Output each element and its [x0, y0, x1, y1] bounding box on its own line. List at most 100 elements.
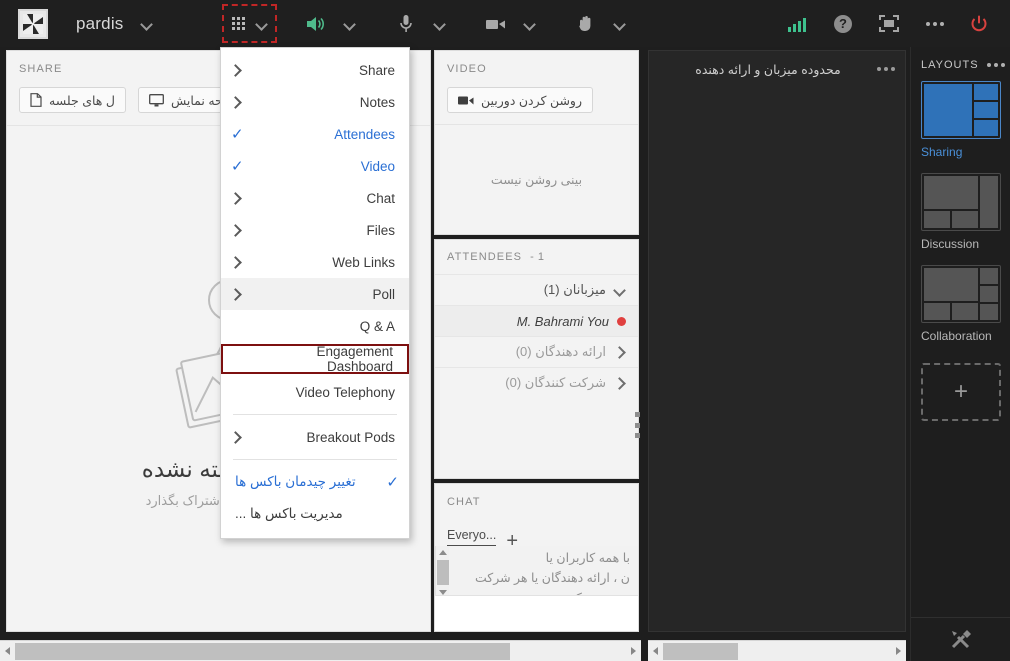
layout-label: Sharing [921, 145, 963, 159]
layout-item-sharing[interactable]: Sharing [911, 81, 1010, 173]
add-layout-button[interactable]: + [921, 363, 1001, 421]
scrollbar-thumb[interactable] [663, 642, 738, 660]
help-button[interactable]: ? [826, 7, 860, 41]
attendees-group-hosts[interactable]: میزبانان (1) [435, 274, 638, 305]
grid-apps-icon[interactable] [231, 17, 245, 30]
video-pod-title: VIDEO [447, 63, 487, 75]
pods-menu-button[interactable] [221, 4, 277, 43]
menu-separator [233, 414, 397, 415]
start-camera-label: روشن کردن دوربین [481, 93, 583, 108]
speaker-icon [306, 16, 324, 31]
menu-item-label: Engagement Dashboard [316, 344, 393, 374]
app-logo-icon [23, 13, 43, 34]
attendees-group-presenters[interactable]: ارائه دهندگان (0) [435, 336, 638, 367]
chevron-down-icon[interactable] [140, 17, 154, 31]
menu-item-engagement-dashboard[interactable]: Engagement Dashboard [221, 344, 409, 374]
hand-options-button[interactable] [603, 7, 637, 41]
chevron-down-icon [613, 17, 627, 31]
attendee-status-dot [617, 316, 626, 326]
more-options-icon[interactable] [986, 63, 1005, 67]
scrollbar-thumb[interactable] [437, 560, 449, 585]
more-options-icon [926, 21, 944, 26]
fullscreen-icon [879, 15, 899, 32]
chat-tab-everyone[interactable]: Everyo... [447, 528, 497, 548]
scroll-left-arrow[interactable] [648, 647, 663, 655]
chat-placeholder-line: ن ، ارائه دهندگان یا هر شرکت [474, 571, 630, 585]
monitor-icon [148, 93, 164, 106]
stage-horizontal-scrollbar[interactable] [648, 640, 906, 661]
menu-item-attendees[interactable]: ✓ Attendees [221, 118, 409, 150]
attendees-group-label: میزبانان (1) [543, 282, 606, 297]
menu-item-video-telephony[interactable]: Video Telephony [221, 376, 409, 408]
menu-item-label: تغییر چیدمان باکس ها [235, 474, 356, 489]
scroll-left-arrow[interactable] [0, 647, 15, 655]
menu-item-files[interactable]: Files [221, 214, 409, 246]
attendees-group-participants[interactable]: شرکت کنندگان (0) [435, 367, 638, 398]
connection-status-button[interactable] [780, 7, 814, 41]
camera-controls [479, 7, 547, 41]
workspace-horizontal-scrollbar[interactable] [0, 640, 641, 661]
scrollbar-thumb[interactable] [15, 642, 510, 660]
camera-button[interactable] [479, 7, 513, 41]
layout-label: Collaboration [921, 329, 992, 343]
menu-item-label: Files [366, 222, 395, 238]
attendee-name: M. Bahrami You [516, 313, 609, 329]
share-document-button[interactable]: ل های جلسه [19, 87, 126, 113]
layout-item-collaboration[interactable]: Collaboration [911, 265, 1010, 357]
hand-controls [569, 7, 637, 41]
end-meeting-button[interactable] [962, 7, 996, 41]
tools-icon[interactable] [949, 628, 973, 652]
scroll-right-arrow[interactable] [891, 647, 906, 655]
chat-pod-title: CHAT [447, 496, 481, 508]
menu-item-[interactable]: ✓ تغییر چیدمان باکس ها [221, 466, 409, 498]
chevron-down-icon[interactable] [255, 17, 269, 31]
start-camera-button[interactable]: روشن کردن دوربین [447, 87, 594, 113]
microphone-icon [399, 14, 412, 32]
microphone-button[interactable] [389, 7, 423, 41]
menu-item-video[interactable]: ✓ Video [221, 150, 409, 182]
attendees-pod-title: ATTENDEES [447, 251, 523, 263]
fullscreen-button[interactable] [872, 7, 906, 41]
mic-options-button[interactable] [423, 7, 457, 41]
menu-item-label: Share [358, 62, 395, 78]
speaker-button[interactable] [299, 7, 333, 41]
speaker-options-button[interactable] [333, 7, 367, 41]
menu-item-poll[interactable]: Poll [221, 278, 409, 310]
chevron-right-icon [231, 257, 247, 267]
video-empty-state: بینی روشن نیست [435, 124, 638, 234]
camera-options-button[interactable] [513, 7, 547, 41]
more-options-icon[interactable] [876, 67, 895, 71]
scroll-up-arrow[interactable] [439, 550, 447, 555]
raise-hand-icon [578, 15, 590, 31]
help-icon: ? [834, 14, 852, 33]
menu-item-notes[interactable]: Notes [221, 86, 409, 118]
scroll-right-arrow[interactable] [626, 647, 641, 655]
chat-pod: CHAT Everyo... + با همه کاربران یا ن ، ا… [434, 483, 639, 632]
share-document-label: ل های جلسه [49, 93, 115, 108]
chevron-right-icon [231, 65, 247, 75]
more-options-button[interactable] [918, 7, 952, 41]
caret-down-icon [614, 284, 626, 296]
attendees-pod-header: ATTENDEES - 1 [435, 240, 638, 274]
layouts-title: LAYOUTS [921, 59, 979, 71]
menu-item-q-a[interactable]: Q & A [221, 310, 409, 342]
menu-item-web-links[interactable]: Web Links [221, 246, 409, 278]
menu-item-[interactable]: مدیریت باکس ها ... [221, 498, 409, 530]
layout-item-discussion[interactable]: Discussion [911, 173, 1010, 265]
checkmark-icon: ✓ [231, 125, 244, 143]
signal-bars-icon [788, 16, 806, 32]
menu-item-share[interactable]: Share [221, 54, 409, 86]
menu-item-breakout-pods[interactable]: Breakout Pods [221, 421, 409, 453]
menu-item-label: Video Telephony [295, 384, 395, 400]
scrollbar-track[interactable] [663, 641, 891, 661]
layout-thumbnail-discussion [921, 173, 1001, 231]
raise-hand-button[interactable] [569, 7, 603, 41]
menu-item-chat[interactable]: Chat [221, 182, 409, 214]
attendee-row[interactable]: M. Bahrami You [435, 305, 638, 336]
stage-header: محدوده میزبان و ارائه دهنده [649, 51, 905, 87]
menu-item-label: Attendees [334, 126, 395, 142]
chevron-right-icon [231, 97, 247, 107]
chat-input-field[interactable] [435, 595, 638, 631]
scrollbar-track[interactable] [15, 641, 626, 661]
pod-resize-handle[interactable] [634, 410, 642, 440]
